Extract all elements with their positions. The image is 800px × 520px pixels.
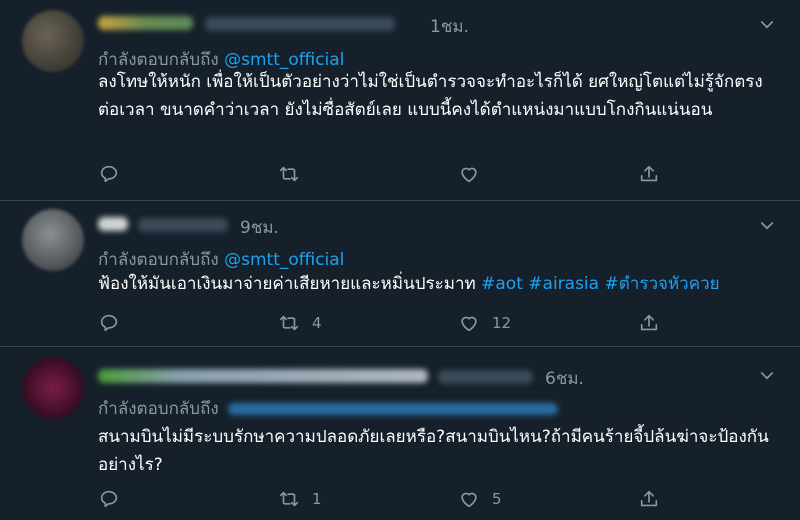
tweet-actions: 4 12 — [98, 311, 678, 335]
heart-icon — [461, 316, 477, 332]
retweet-icon — [279, 315, 299, 331]
tweet-text-body: ฟ้องให้มันเอาเงินมาจ่ายค่าเสียหายและหมิ่… — [98, 274, 476, 294]
tweet-1[interactable]: 1ชม. กำลังตอบกลับถึง @smtt_official ลงโท… — [0, 0, 800, 201]
like-button[interactable]: 12 — [458, 311, 511, 335]
reply-handle-link[interactable]: @smtt_official — [224, 250, 344, 270]
reply-prefix: กำลังตอบกลับถึง — [98, 399, 219, 419]
hashtag-link[interactable]: #aot — [481, 274, 523, 294]
retweet-count: 4 — [312, 314, 322, 332]
reply-button[interactable] — [98, 487, 120, 511]
share-button[interactable] — [638, 162, 660, 186]
retweet-button[interactable]: 1 — [278, 487, 322, 511]
reply-button[interactable] — [98, 311, 120, 335]
chevron-down-icon[interactable] — [758, 367, 776, 385]
chevron-down-icon[interactable] — [758, 16, 776, 34]
retweet-icon — [279, 166, 299, 182]
reply-context: กำลังตอบกลับถึง @smtt_official — [98, 246, 344, 273]
retweet-count: 1 — [312, 490, 322, 508]
tweet-timestamp[interactable]: 1ชม. — [430, 13, 469, 40]
reply-button[interactable] — [98, 162, 120, 186]
avatar[interactable] — [22, 10, 84, 72]
share-icon — [640, 490, 658, 507]
reply-icon — [100, 165, 118, 183]
tweet-text: ลงโทษให้หนัก เพื่อให้เป็นตัวอย่างว่าไม่ใ… — [98, 72, 763, 120]
tweet-actions: 1 5 — [98, 487, 678, 511]
like-count: 12 — [492, 314, 512, 332]
avatar[interactable] — [22, 357, 84, 419]
reply-prefix: กำลังตอบกลับถึง — [98, 50, 219, 70]
like-button[interactable]: 5 — [458, 487, 502, 511]
display-name-blurred[interactable] — [98, 217, 128, 231]
username-blurred — [138, 218, 228, 232]
heart-icon — [461, 167, 477, 183]
hashtag-link[interactable]: #airasia — [528, 274, 599, 294]
display-name-blurred[interactable] — [98, 369, 428, 383]
retweet-icon — [279, 491, 299, 507]
tweet-text: สนามบินไม่มีระบบรักษาความปลอดภัยเลยหรือ?… — [98, 427, 769, 475]
share-icon — [640, 314, 658, 331]
reply-handle-link[interactable]: @smtt_official — [224, 50, 344, 70]
reply-handles-blurred[interactable] — [228, 403, 559, 415]
tweet-timestamp[interactable]: 6ชม. — [545, 365, 584, 392]
tweet-2[interactable]: 9ชม. กำลังตอบกลับถึง @smtt_official ฟ้อง… — [0, 201, 800, 347]
username-blurred — [438, 370, 533, 384]
reply-prefix: กำลังตอบกลับถึง — [98, 250, 219, 270]
share-button[interactable] — [638, 487, 660, 511]
username-blurred — [205, 17, 395, 31]
share-icon — [640, 165, 658, 182]
hashtag-link[interactable]: #ตำรวจหัวควย — [604, 274, 719, 294]
avatar[interactable] — [22, 209, 84, 271]
tweet-3[interactable]: 6ชม. กำลังตอบกลับถึง สนามบินไม่มีระบบรัก… — [0, 347, 800, 520]
retweet-button[interactable]: 4 — [278, 311, 322, 335]
tweet-actions — [98, 162, 678, 186]
reply-context: กำลังตอบกลับถึง — [98, 395, 559, 422]
chevron-down-icon[interactable] — [758, 217, 776, 235]
reply-icon — [100, 490, 118, 508]
reply-icon — [100, 314, 118, 332]
retweet-button[interactable] — [278, 162, 312, 186]
like-count: 5 — [492, 490, 502, 508]
share-button[interactable] — [638, 311, 660, 335]
heart-icon — [461, 492, 477, 508]
tweet-text: ฟ้องให้มันเอาเงินมาจ่ายค่าเสียหายและหมิ่… — [98, 270, 778, 298]
display-name-blurred[interactable] — [98, 16, 193, 30]
like-button[interactable] — [458, 162, 492, 186]
tweet-timestamp[interactable]: 9ชม. — [240, 214, 279, 241]
